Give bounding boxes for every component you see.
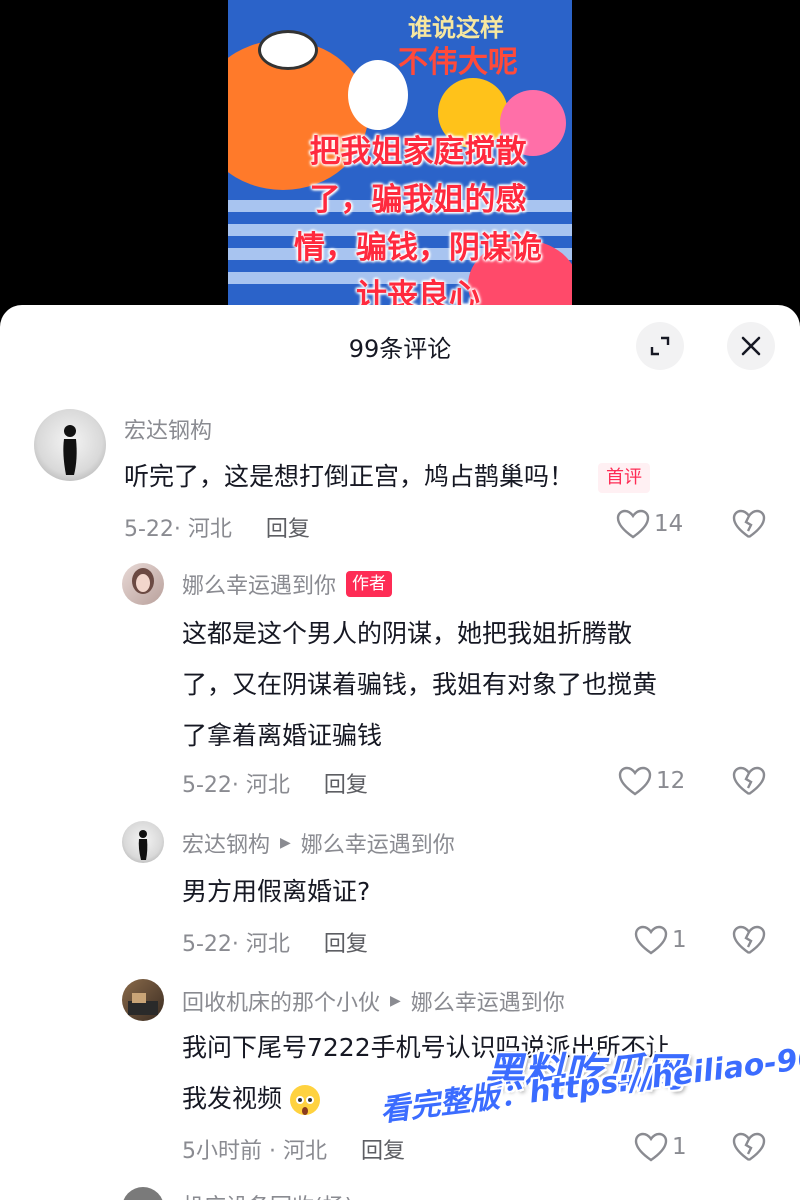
video-player[interactable]: 谁说这样 不伟大呢 把我姐家庭搅散 了，骗我姐的感 情，骗钱，阴谋诡 计丧良心	[0, 0, 800, 330]
username-text: 娜么幸运遇到你	[182, 574, 337, 599]
like-button[interactable]: 1	[634, 1132, 687, 1162]
overlay-line-2: 了，骗我姐的感	[309, 182, 527, 218]
sheet-header: 99条评论	[0, 305, 800, 391]
avatar[interactable]	[122, 1187, 164, 1200]
comment-meta: 5-22· 河北 回复	[124, 511, 310, 543]
reply-button[interactable]: 回复	[361, 1139, 405, 1164]
avatar[interactable]	[34, 409, 106, 481]
reply-arrow-icon: ▶	[280, 835, 291, 851]
like-count: 14	[654, 511, 684, 537]
reply-to-username[interactable]: 娜么幸运遇到你	[301, 827, 455, 859]
comment-meta: 5-22· 河北 回复	[182, 926, 368, 958]
first-comment-badge: 首评	[598, 463, 651, 493]
comment-line: 了，又在阴谋着骗钱，我姐有对象了也搅黄	[182, 670, 658, 699]
broken-heart-icon	[732, 925, 766, 954]
expand-icon	[650, 336, 670, 356]
reply-arrow-icon: ▶	[390, 993, 401, 1009]
comment-body: 男方用假离婚证?	[182, 877, 371, 906]
avatar-silhouette-icon	[138, 830, 148, 860]
like-button[interactable]: 14	[616, 509, 683, 539]
comment-text: 男方用假离婚证?	[182, 866, 782, 917]
broken-heart-icon	[732, 766, 766, 795]
dislike-button[interactable]	[732, 509, 766, 543]
comment-username[interactable]: 机床设备回收(杨)	[182, 1189, 353, 1200]
like-button[interactable]: 1	[634, 925, 687, 955]
avatar[interactable]	[122, 563, 164, 605]
avatar-photo-icon	[128, 993, 158, 1015]
astonished-face-icon	[289, 1085, 320, 1115]
avatar[interactable]	[122, 979, 164, 1021]
username-text: 回收机床的那个小伙	[182, 991, 381, 1016]
broken-heart-icon	[732, 509, 766, 538]
comment-text: 听完了，这是想打倒正宫，鸠占鹊巢吗！ 首评	[124, 451, 764, 502]
poster-line-2: 不伟大呢	[398, 45, 518, 80]
overlay-line-3: 情，骗钱，阴谋诡	[294, 230, 542, 266]
comment-line: 我发视频	[182, 1084, 283, 1113]
comment-date-location: 5小时前 · 河北	[182, 1139, 327, 1164]
overlay-line-1: 把我姐家庭搅散	[309, 134, 527, 170]
heart-icon	[618, 766, 652, 796]
heart-icon	[616, 509, 650, 539]
username-text: 宏达钢构	[182, 833, 271, 858]
comment-line: 这都是这个男人的阴谋，她把我姐折腾散	[182, 619, 633, 648]
broken-heart-icon	[732, 1132, 766, 1161]
like-button[interactable]: 12	[618, 766, 685, 796]
comment-meta: 5-22· 河北 回复	[182, 767, 368, 799]
reply-to-username[interactable]: 娜么幸运遇到你	[411, 985, 565, 1017]
dislike-button[interactable]	[732, 1132, 766, 1166]
reply-button[interactable]: 回复	[324, 932, 368, 957]
comment-text: 这都是这个男人的阴谋，她把我姐折腾散 了，又在阴谋着骗钱，我姐有对象了也搅黄 了…	[182, 608, 782, 761]
like-count: 12	[656, 768, 686, 794]
dislike-button[interactable]	[732, 766, 766, 800]
author-badge: 作者	[346, 571, 393, 597]
comment-date-location: 5-22· 河北	[124, 517, 232, 542]
comment-date-location: 5-22· 河北	[182, 932, 290, 957]
username-text: 宏达钢构	[124, 419, 213, 444]
comment-meta: 5小时前 · 河北 回复	[182, 1133, 405, 1165]
comment-date-location: 5-22· 河北	[182, 773, 290, 798]
poster-line-1: 谁说这样	[408, 14, 504, 42]
username-text: 机床设备回收(杨)	[182, 1189, 353, 1200]
comment-username[interactable]: 回收机床的那个小伙 ▶ 娜么幸运遇到你	[182, 985, 565, 1017]
like-count: 1	[672, 927, 687, 953]
comment-body: 听完了，这是想打倒正宫，鸠占鹊巢吗！	[124, 462, 575, 491]
avatar-portrait-icon	[132, 568, 154, 594]
reply-button[interactable]: 回复	[266, 517, 310, 542]
comment-username[interactable]: 宏达钢构 ▶ 娜么幸运遇到你	[182, 827, 455, 859]
video-frame: 谁说这样 不伟大呢 把我姐家庭搅散 了，骗我姐的感 情，骗钱，阴谋诡 计丧良心	[228, 0, 572, 330]
close-icon	[741, 336, 761, 356]
avatar[interactable]	[122, 821, 164, 863]
dislike-button[interactable]	[732, 925, 766, 959]
heart-icon	[634, 1132, 668, 1162]
close-button[interactable]	[727, 322, 775, 370]
comment-username[interactable]: 娜么幸运遇到你 作者	[182, 568, 393, 600]
avatar-silhouette-icon	[63, 425, 77, 475]
like-count: 1	[672, 1134, 687, 1160]
comment-line: 了拿着离婚证骗钱	[182, 721, 383, 750]
comment-username[interactable]: 宏达钢构	[124, 413, 212, 445]
heart-icon	[634, 925, 668, 955]
reply-button[interactable]: 回复	[324, 773, 368, 798]
expand-button[interactable]	[636, 322, 684, 370]
